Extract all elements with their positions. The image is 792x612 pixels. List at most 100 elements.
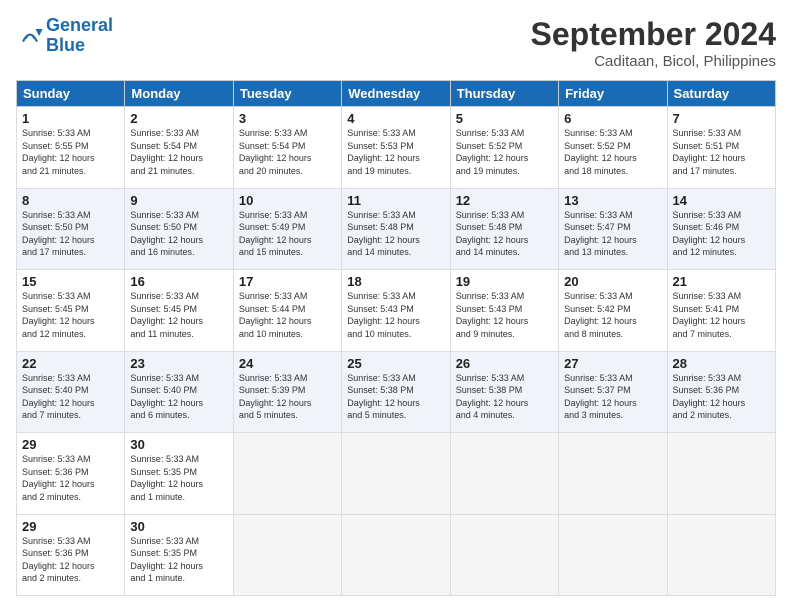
day-info: Sunrise: 5:33 AM Sunset: 5:55 PM Dayligh… — [22, 127, 119, 177]
weekday-header-wednesday: Wednesday — [342, 81, 450, 107]
day-number: 29 — [22, 519, 119, 534]
day-info: Sunrise: 5:33 AM Sunset: 5:35 PM Dayligh… — [130, 535, 227, 585]
day-info: Sunrise: 5:33 AM Sunset: 5:36 PM Dayligh… — [673, 372, 770, 422]
day-number: 29 — [22, 437, 119, 452]
day-info: Sunrise: 5:33 AM Sunset: 5:51 PM Dayligh… — [673, 127, 770, 177]
calendar-cell: 1Sunrise: 5:33 AM Sunset: 5:55 PM Daylig… — [17, 107, 125, 189]
day-number: 24 — [239, 356, 336, 371]
calendar-cell: 25Sunrise: 5:33 AM Sunset: 5:38 PM Dayli… — [342, 351, 450, 433]
calendar-row: 29Sunrise: 5:33 AM Sunset: 5:36 PM Dayli… — [17, 514, 776, 596]
day-info: Sunrise: 5:33 AM Sunset: 5:52 PM Dayligh… — [564, 127, 661, 177]
day-number: 4 — [347, 111, 444, 126]
calendar-cell: 29Sunrise: 5:33 AM Sunset: 5:36 PM Dayli… — [17, 514, 125, 596]
calendar-cell: 19Sunrise: 5:33 AM Sunset: 5:43 PM Dayli… — [450, 270, 558, 352]
calendar-cell — [233, 514, 341, 596]
calendar-cell: 13Sunrise: 5:33 AM Sunset: 5:47 PM Dayli… — [559, 188, 667, 270]
day-number: 30 — [130, 437, 227, 452]
calendar-cell: 6Sunrise: 5:33 AM Sunset: 5:52 PM Daylig… — [559, 107, 667, 189]
calendar-row: 1Sunrise: 5:33 AM Sunset: 5:55 PM Daylig… — [17, 107, 776, 189]
day-number: 19 — [456, 274, 553, 289]
calendar-cell: 30Sunrise: 5:33 AM Sunset: 5:35 PM Dayli… — [125, 433, 233, 515]
day-info: Sunrise: 5:33 AM Sunset: 5:50 PM Dayligh… — [130, 209, 227, 259]
day-number: 9 — [130, 193, 227, 208]
day-number: 15 — [22, 274, 119, 289]
day-number: 20 — [564, 274, 661, 289]
page: General Blue September 2024 Caditaan, Bi… — [0, 0, 792, 612]
calendar-cell: 22Sunrise: 5:33 AM Sunset: 5:40 PM Dayli… — [17, 351, 125, 433]
day-number: 27 — [564, 356, 661, 371]
day-number: 22 — [22, 356, 119, 371]
header: General Blue September 2024 Caditaan, Bi… — [16, 16, 776, 70]
day-number: 2 — [130, 111, 227, 126]
logo-text: General Blue — [46, 16, 113, 56]
day-info: Sunrise: 5:33 AM Sunset: 5:36 PM Dayligh… — [22, 453, 119, 503]
day-number: 10 — [239, 193, 336, 208]
day-info: Sunrise: 5:33 AM Sunset: 5:37 PM Dayligh… — [564, 372, 661, 422]
day-info: Sunrise: 5:33 AM Sunset: 5:45 PM Dayligh… — [22, 290, 119, 340]
calendar-cell: 29Sunrise: 5:33 AM Sunset: 5:36 PM Dayli… — [17, 433, 125, 515]
calendar-cell — [342, 433, 450, 515]
day-info: Sunrise: 5:33 AM Sunset: 5:40 PM Dayligh… — [130, 372, 227, 422]
day-number: 28 — [673, 356, 770, 371]
calendar-row: 8Sunrise: 5:33 AM Sunset: 5:50 PM Daylig… — [17, 188, 776, 270]
day-info: Sunrise: 5:33 AM Sunset: 5:42 PM Dayligh… — [564, 290, 661, 340]
calendar-row: 15Sunrise: 5:33 AM Sunset: 5:45 PM Dayli… — [17, 270, 776, 352]
weekday-header-sunday: Sunday — [17, 81, 125, 107]
day-info: Sunrise: 5:33 AM Sunset: 5:36 PM Dayligh… — [22, 535, 119, 585]
day-info: Sunrise: 5:33 AM Sunset: 5:48 PM Dayligh… — [456, 209, 553, 259]
weekday-header-tuesday: Tuesday — [233, 81, 341, 107]
calendar-table: SundayMondayTuesdayWednesdayThursdayFrid… — [16, 80, 776, 596]
calendar-cell: 17Sunrise: 5:33 AM Sunset: 5:44 PM Dayli… — [233, 270, 341, 352]
calendar-cell — [559, 433, 667, 515]
day-info: Sunrise: 5:33 AM Sunset: 5:38 PM Dayligh… — [456, 372, 553, 422]
calendar-cell: 30Sunrise: 5:33 AM Sunset: 5:35 PM Dayli… — [125, 514, 233, 596]
calendar-cell: 8Sunrise: 5:33 AM Sunset: 5:50 PM Daylig… — [17, 188, 125, 270]
day-info: Sunrise: 5:33 AM Sunset: 5:41 PM Dayligh… — [673, 290, 770, 340]
day-info: Sunrise: 5:33 AM Sunset: 5:43 PM Dayligh… — [456, 290, 553, 340]
calendar-cell: 10Sunrise: 5:33 AM Sunset: 5:49 PM Dayli… — [233, 188, 341, 270]
location: Caditaan, Bicol, Philippines — [531, 53, 776, 70]
calendar-cell: 28Sunrise: 5:33 AM Sunset: 5:36 PM Dayli… — [667, 351, 775, 433]
month-title: September 2024 — [531, 16, 776, 53]
day-number: 14 — [673, 193, 770, 208]
calendar-row: 22Sunrise: 5:33 AM Sunset: 5:40 PM Dayli… — [17, 351, 776, 433]
day-number: 5 — [456, 111, 553, 126]
calendar-cell: 16Sunrise: 5:33 AM Sunset: 5:45 PM Dayli… — [125, 270, 233, 352]
day-info: Sunrise: 5:33 AM Sunset: 5:50 PM Dayligh… — [22, 209, 119, 259]
day-number: 12 — [456, 193, 553, 208]
calendar-cell: 11Sunrise: 5:33 AM Sunset: 5:48 PM Dayli… — [342, 188, 450, 270]
day-info: Sunrise: 5:33 AM Sunset: 5:40 PM Dayligh… — [22, 372, 119, 422]
day-info: Sunrise: 5:33 AM Sunset: 5:39 PM Dayligh… — [239, 372, 336, 422]
weekday-header-row: SundayMondayTuesdayWednesdayThursdayFrid… — [17, 81, 776, 107]
calendar-cell: 18Sunrise: 5:33 AM Sunset: 5:43 PM Dayli… — [342, 270, 450, 352]
day-number: 11 — [347, 193, 444, 208]
calendar-cell: 23Sunrise: 5:33 AM Sunset: 5:40 PM Dayli… — [125, 351, 233, 433]
calendar-cell: 26Sunrise: 5:33 AM Sunset: 5:38 PM Dayli… — [450, 351, 558, 433]
day-info: Sunrise: 5:33 AM Sunset: 5:54 PM Dayligh… — [239, 127, 336, 177]
calendar-cell — [342, 514, 450, 596]
calendar-cell — [559, 514, 667, 596]
logo: General Blue — [16, 16, 113, 56]
day-info: Sunrise: 5:33 AM Sunset: 5:49 PM Dayligh… — [239, 209, 336, 259]
day-number: 7 — [673, 111, 770, 126]
logo-icon — [16, 22, 44, 50]
day-number: 21 — [673, 274, 770, 289]
calendar-cell: 2Sunrise: 5:33 AM Sunset: 5:54 PM Daylig… — [125, 107, 233, 189]
calendar-cell: 24Sunrise: 5:33 AM Sunset: 5:39 PM Dayli… — [233, 351, 341, 433]
calendar-cell: 3Sunrise: 5:33 AM Sunset: 5:54 PM Daylig… — [233, 107, 341, 189]
day-number: 13 — [564, 193, 661, 208]
calendar-cell — [667, 433, 775, 515]
title-block: September 2024 Caditaan, Bicol, Philippi… — [531, 16, 776, 70]
weekday-header-monday: Monday — [125, 81, 233, 107]
calendar-cell: 5Sunrise: 5:33 AM Sunset: 5:52 PM Daylig… — [450, 107, 558, 189]
day-info: Sunrise: 5:33 AM Sunset: 5:53 PM Dayligh… — [347, 127, 444, 177]
day-info: Sunrise: 5:33 AM Sunset: 5:46 PM Dayligh… — [673, 209, 770, 259]
calendar-cell — [667, 514, 775, 596]
weekday-header-thursday: Thursday — [450, 81, 558, 107]
calendar-cell: 9Sunrise: 5:33 AM Sunset: 5:50 PM Daylig… — [125, 188, 233, 270]
day-info: Sunrise: 5:33 AM Sunset: 5:48 PM Dayligh… — [347, 209, 444, 259]
calendar-cell: 21Sunrise: 5:33 AM Sunset: 5:41 PM Dayli… — [667, 270, 775, 352]
day-number: 30 — [130, 519, 227, 534]
day-info: Sunrise: 5:33 AM Sunset: 5:43 PM Dayligh… — [347, 290, 444, 340]
calendar-cell: 7Sunrise: 5:33 AM Sunset: 5:51 PM Daylig… — [667, 107, 775, 189]
